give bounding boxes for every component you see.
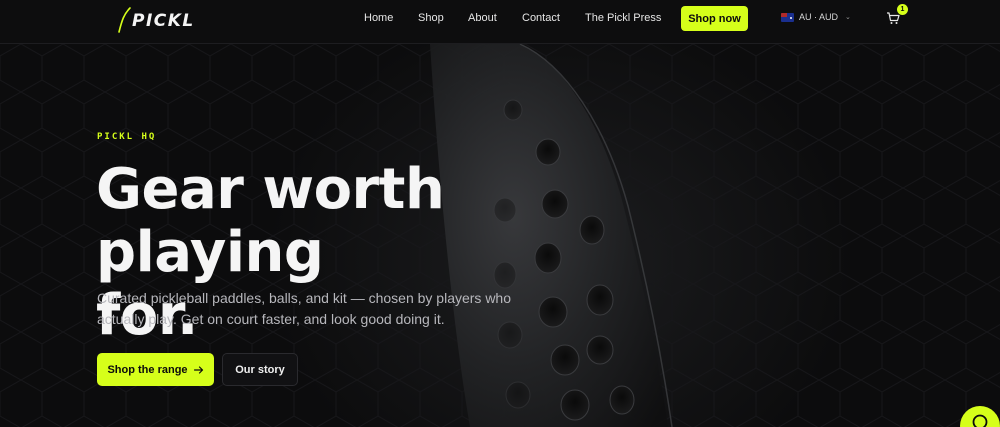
nav-home-link[interactable]: Home	[364, 12, 393, 24]
hero-subtext: Curated pickleball paddles, balls, and k…	[97, 290, 512, 327]
shop-the-range-button[interactable]: Shop the range	[97, 353, 214, 386]
arrow-right-icon	[193, 365, 203, 374]
nav-shop-link[interactable]: Shop	[418, 12, 444, 24]
shop-now-button[interactable]: Shop now	[681, 6, 748, 31]
locale-selector[interactable]: AU · AUD ⌄	[781, 12, 851, 22]
nav-contact-link[interactable]: Contact	[522, 12, 560, 24]
cart-count-badge: 1	[897, 4, 908, 15]
our-story-button[interactable]: Our story	[222, 353, 298, 386]
nav-pickl-press-link[interactable]: The Pickl Press	[585, 12, 661, 24]
chat-icon	[972, 414, 988, 427]
shop-the-range-label: Shop the range	[107, 363, 188, 376]
nav-about-link[interactable]: About	[468, 12, 497, 24]
chevron-down-icon: ⌄	[845, 14, 851, 21]
hero-eyebrow: PICKL HQ	[97, 132, 157, 142]
locale-label: AU · AUD	[799, 12, 839, 22]
site-header: PICKL Home Shop About Contact The Pickl …	[0, 0, 1000, 44]
logo-wordmark: PICKL	[132, 11, 195, 31]
australia-flag-icon	[781, 12, 794, 22]
headline-line-1: Gear worth playing	[96, 157, 445, 285]
pickl-logo[interactable]: PICKL	[116, 6, 200, 34]
